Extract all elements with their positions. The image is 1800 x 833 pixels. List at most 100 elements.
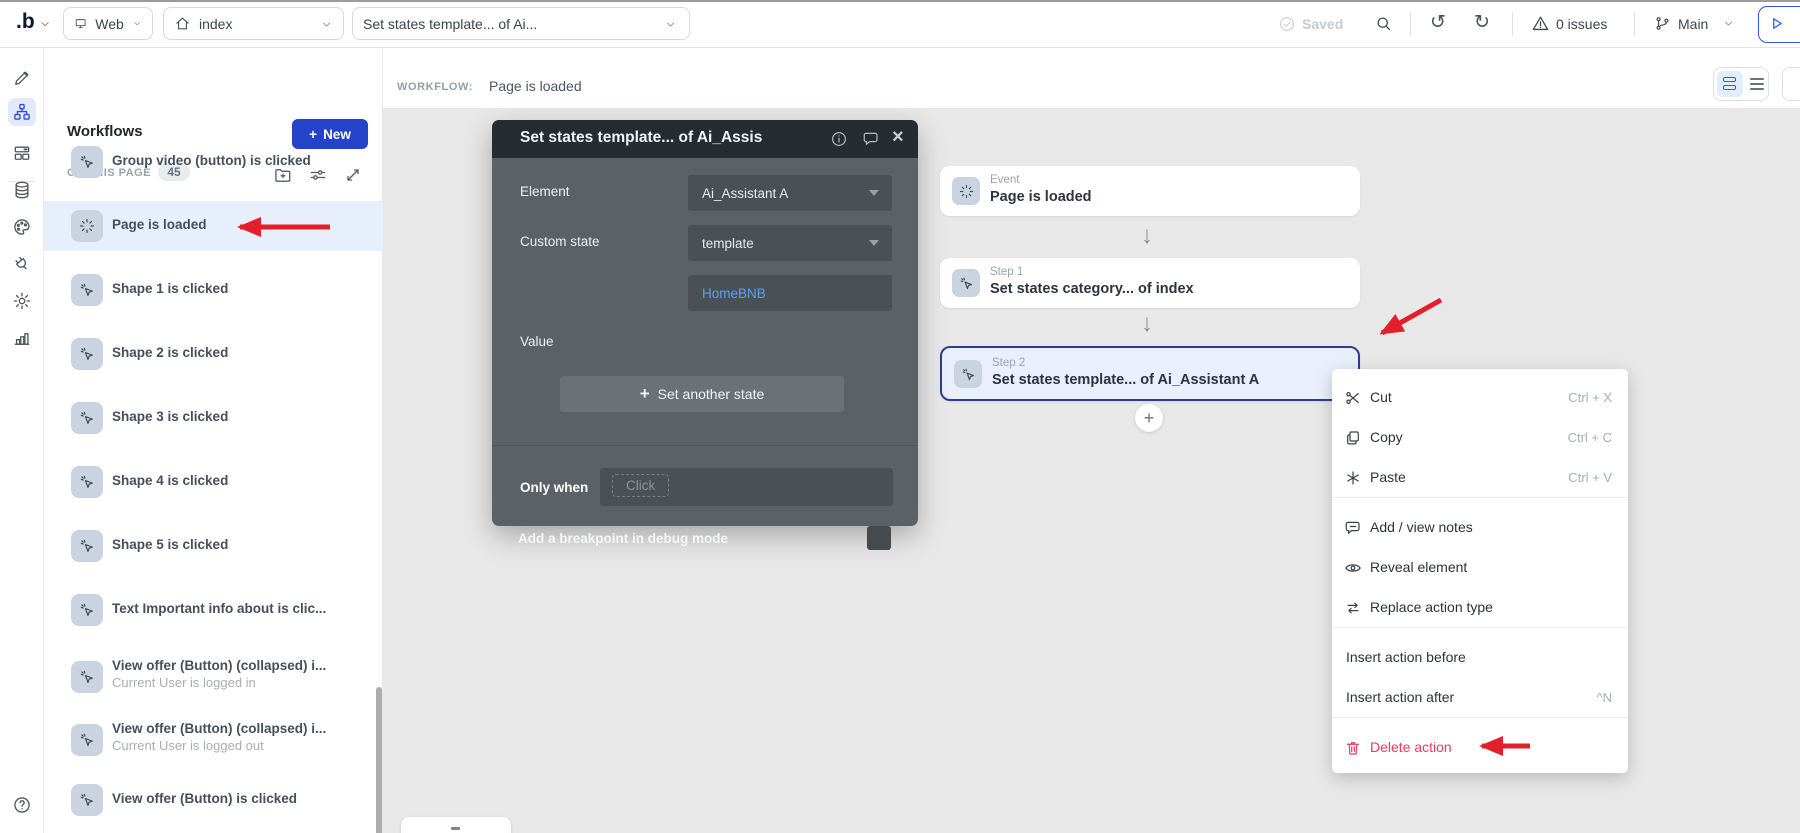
workflow-list-item[interactable]: Group video (button) is clicked [44, 137, 383, 187]
workflow-list-item[interactable]: View offer (Button) is clicked [44, 775, 383, 825]
menu-item-delete-action[interactable]: Delete action [1332, 728, 1628, 768]
workflow-node-event[interactable]: EventPage is loaded [940, 166, 1360, 216]
workflow-list-item[interactable]: Shape 2 is clicked [44, 329, 383, 379]
preview-play-button[interactable] [1758, 6, 1800, 43]
element-dropdown-value: Ai_Assistant A [702, 186, 788, 201]
zoom-pill-glyph [451, 827, 460, 830]
menu-item-label: Insert action before [1346, 649, 1466, 665]
breakpoint-checkbox[interactable] [867, 526, 891, 550]
design-pencil-icon[interactable] [8, 64, 36, 92]
redo-icon[interactable]: ↻ [1474, 11, 1490, 34]
workflow-list-item[interactable]: View offer (Button) (collapsed) i...Curr… [44, 712, 383, 768]
logs-chart-icon[interactable] [8, 324, 36, 352]
click-icon [71, 530, 103, 562]
click-icon [71, 274, 103, 306]
environment-selector[interactable]: Web [63, 7, 153, 40]
trash-icon [1344, 739, 1362, 757]
workflow-list-item[interactable]: Shape 4 is clicked [44, 457, 383, 507]
database-icon[interactable] [8, 176, 36, 204]
workflow-list-item[interactable]: Page is loaded [44, 201, 383, 251]
menu-item-reveal-element[interactable]: Reveal element [1332, 548, 1628, 588]
issues-warning-icon[interactable] [1531, 14, 1550, 33]
menu-item-paste[interactable]: PasteCtrl + V [1332, 458, 1628, 498]
help-icon[interactable] [8, 791, 36, 819]
bubble-logo[interactable]: .b [16, 10, 35, 34]
workflow-list-item[interactable]: Shape 1 is clicked [44, 265, 383, 315]
workflow-item-label: View offer (Button) (collapsed) i... [112, 721, 326, 736]
workflow-node-step-1[interactable]: Step 1Set states category... of index [940, 258, 1360, 308]
workflow-item-label: Shape 5 is clicked [112, 537, 228, 552]
issues-count[interactable]: 0 issues [1556, 16, 1607, 32]
info-icon[interactable] [830, 130, 848, 148]
workflow-item-label: Shape 2 is clicked [112, 345, 228, 360]
menu-item-label: Reveal element [1370, 559, 1467, 575]
field-label-element: Element [520, 184, 570, 199]
set-another-state-button[interactable]: +Set another state [560, 376, 844, 412]
menu-item-cut[interactable]: CutCtrl + X [1332, 378, 1628, 418]
bubble-editor: .b Web index Set states template... of A… [0, 0, 1800, 833]
branch-chevron-down-icon[interactable] [1722, 17, 1735, 30]
only-when-input[interactable]: Click [600, 468, 893, 506]
only-when-placeholder: Click [612, 474, 669, 497]
toolbar-divider [1512, 12, 1513, 36]
menu-item-add-view-notes[interactable]: Add / view notes [1332, 508, 1628, 548]
click-icon [71, 724, 103, 756]
workflow-list-item[interactable]: Shape 5 is clicked [44, 521, 383, 571]
list-view-toggle[interactable] [1747, 71, 1767, 97]
add-action-button[interactable]: + [1135, 404, 1163, 432]
menu-item-insert-action-before[interactable]: Insert action before [1332, 638, 1628, 678]
card-view-toggle[interactable] [1717, 71, 1743, 97]
workflows-panel: Workflows +New ON THIS PAGE 45 Group vid… [44, 48, 383, 833]
menu-item-replace-action-type[interactable]: Replace action type [1332, 588, 1628, 628]
undo-icon[interactable]: ↺ [1430, 11, 1446, 34]
workflow-item-label: Shape 4 is clicked [112, 473, 228, 488]
card-view-icon [1723, 85, 1736, 90]
close-icon[interactable]: × [892, 126, 904, 149]
monitor-icon [74, 15, 87, 32]
menu-item-copy[interactable]: CopyCtrl + C [1332, 418, 1628, 458]
view-toggle [1713, 67, 1769, 101]
play-icon [1767, 14, 1786, 33]
branch-icon [1654, 15, 1671, 32]
workflow-list-item[interactable]: View offer (Button) (collapsed) i...Curr… [44, 649, 383, 705]
element-dropdown[interactable]: Ai_Assistant A [688, 175, 892, 211]
plugins-icon[interactable] [8, 250, 36, 278]
menu-item-label: Cut [1370, 389, 1392, 405]
menu-item-insert-action-after[interactable]: Insert action after^N [1332, 678, 1628, 718]
node-kind-label: Step 2 [992, 357, 1025, 369]
page-load-icon [952, 177, 980, 205]
node-kind-label: Step 1 [990, 266, 1023, 278]
menu-item-label: Insert action after [1346, 689, 1454, 705]
card-view-icon [1723, 77, 1736, 82]
settings-gear-icon[interactable] [8, 287, 36, 315]
reusable-components-icon[interactable] [8, 139, 36, 167]
toolbar-divider [1634, 12, 1635, 36]
click-icon [71, 402, 103, 434]
chevron-down-icon [320, 18, 333, 31]
search-icon[interactable] [1374, 14, 1393, 33]
scissors-icon [1344, 389, 1362, 407]
click-icon [71, 594, 103, 626]
canvas-zoom-pill[interactable] [401, 817, 511, 833]
dialog-section-divider [492, 445, 918, 446]
node-title: Page is loaded [990, 189, 1092, 205]
workflow-item-label: Text Important info about is clic... [112, 601, 326, 616]
click-icon [71, 661, 103, 693]
dropdown-arrow-icon [869, 190, 879, 196]
dialog-header[interactable]: Set states template... of Ai_Assis × [492, 120, 918, 158]
custom-state-dropdown[interactable]: template [688, 225, 892, 261]
branch-name[interactable]: Main [1678, 16, 1708, 32]
clipped-toolbar-button[interactable] [1782, 67, 1800, 101]
comment-icon[interactable] [862, 130, 880, 148]
styles-palette-icon[interactable] [8, 213, 36, 241]
value-field[interactable]: HomeBNB [688, 275, 892, 311]
workflow-node-step-2[interactable]: Step 2Set states template... of Ai_Assis… [940, 346, 1360, 401]
workflow-item-label: Group video (button) is clicked [112, 153, 311, 168]
workflow-selector[interactable]: Set states template... of Ai... [352, 7, 690, 40]
logo-chevron-down-icon[interactable] [38, 17, 52, 31]
workflow-list-item[interactable]: Shape 3 is clicked [44, 393, 383, 443]
workflow-list-item[interactable]: Text Important info about is clic... [44, 585, 383, 635]
click-icon [71, 784, 103, 816]
workflow-tree-icon[interactable] [8, 98, 36, 126]
page-selector[interactable]: index [163, 7, 344, 40]
